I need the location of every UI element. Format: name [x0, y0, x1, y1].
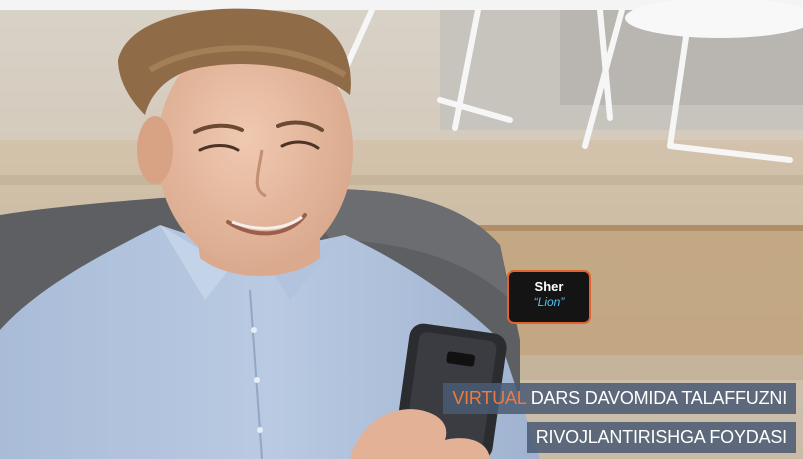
- caption-line-2: RIVOJLANTIRISHGA FOYDASI: [526, 422, 796, 453]
- vocab-translation: “Lion”: [533, 295, 565, 309]
- video-frame: Sher “Lion” VIRTUAL DARS DAVOMIDA TALAFF…: [0, 0, 803, 459]
- caption-highlight: VIRTUAL: [452, 388, 526, 408]
- caption-line-1: VIRTUAL DARS DAVOMIDA TALAFFUZNI: [443, 383, 796, 414]
- vocab-word: Sher: [534, 279, 564, 294]
- caption-line-1-text: DARS DAVOMIDA TALAFFUZNI: [525, 388, 787, 408]
- vocab-card: Sher “Lion”: [507, 270, 591, 324]
